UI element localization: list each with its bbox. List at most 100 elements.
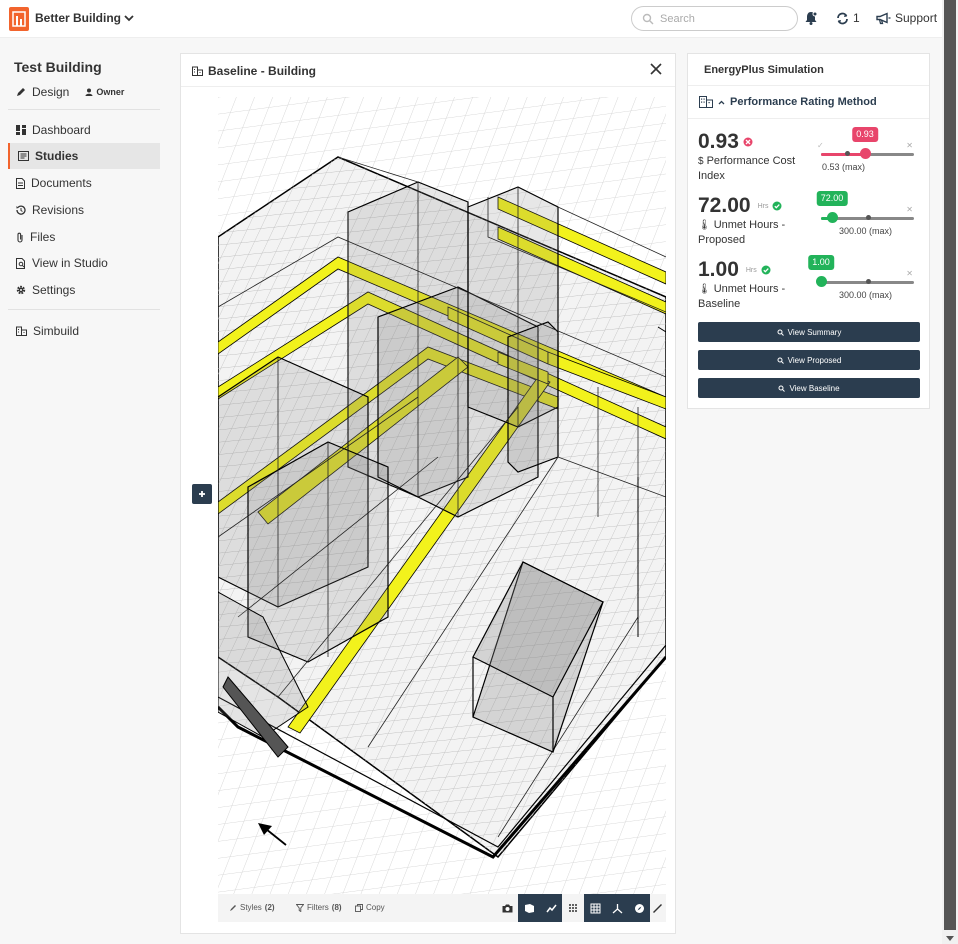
sidebar-item-label: View in Studio <box>32 256 108 270</box>
camera-icon <box>502 904 512 912</box>
close-button[interactable] <box>649 62 663 79</box>
document-icon <box>16 177 25 189</box>
scrollbar-thumb[interactable] <box>944 0 956 930</box>
sidebar-item-label: Simbuild <box>33 324 80 338</box>
filters-label: Filters <box>307 903 329 912</box>
slider-max-label: 300.00 (max) <box>839 226 893 236</box>
view-axes-button[interactable] <box>606 894 628 922</box>
view-grid-button[interactable] <box>584 894 606 922</box>
slider-knob[interactable] <box>827 212 838 223</box>
sidebar-item-revisions[interactable]: Revisions <box>8 197 160 223</box>
app-switcher[interactable]: Better Building <box>35 11 134 25</box>
thermometer-icon: 🌡 <box>698 284 711 295</box>
fail-icon <box>743 137 753 147</box>
sidebar-item-settings[interactable]: Settings <box>8 277 160 303</box>
sync-button[interactable]: 1 <box>836 11 860 25</box>
scroll-down-arrow[interactable] <box>946 936 954 941</box>
prm-section-toggle[interactable]: Performance Rating Method <box>688 87 929 119</box>
chevron-down-icon <box>124 15 134 22</box>
paintbrush-icon <box>230 904 236 911</box>
3d-model-canvas[interactable] <box>218 97 666 895</box>
check-icon: ✓ <box>817 141 824 150</box>
close-icon <box>650 63 662 75</box>
button-label: View Baseline <box>789 383 840 393</box>
add-button[interactable] <box>192 484 212 504</box>
project-owner: Owner <box>85 87 124 97</box>
view-solid-button[interactable] <box>518 894 540 922</box>
screenshot-button[interactable] <box>496 894 518 922</box>
sidebar-item-view-in-studio[interactable]: View in Studio <box>8 250 160 276</box>
filters-button[interactable]: Filters (8) <box>296 903 342 912</box>
sidebar-item-simbuild[interactable]: Simbuild <box>8 318 160 344</box>
slider-value-bubble: 0.93 <box>852 127 878 142</box>
metric-label-text: Performance Cost Index <box>698 155 796 182</box>
page-scrollbar[interactable] <box>942 0 958 944</box>
view-summary-button[interactable]: View Summary <box>698 322 920 342</box>
styles-label: Styles <box>240 903 262 912</box>
top-bar: Better Building 1 Support <box>0 0 942 38</box>
app-logo[interactable] <box>9 7 29 31</box>
megaphone-icon <box>876 11 891 24</box>
search-icon <box>642 13 654 25</box>
simulation-title: EnergyPlus Simulation <box>704 64 824 76</box>
sidebar-divider <box>8 109 160 110</box>
sidebar-item-documents[interactable]: Documents <box>8 170 160 196</box>
close-icon[interactable]: ✕ <box>906 205 913 214</box>
support-link[interactable]: Support <box>876 11 937 25</box>
view-proposed-button[interactable]: View Proposed <box>698 350 920 370</box>
metric-slider-baseline[interactable]: 1.00 300.00 (max) ✕ <box>808 255 921 300</box>
sidebar-item-label: Settings <box>32 283 76 297</box>
styles-button[interactable]: Styles (2) <box>229 903 275 912</box>
slider-max-label: 300.00 (max) <box>839 290 893 300</box>
slider-max-marker <box>845 151 850 156</box>
slider-max-label: 0.53 (max) <box>822 162 866 172</box>
prm-label: Performance Rating Method <box>699 96 877 108</box>
close-icon[interactable]: ✕ <box>906 269 913 278</box>
viewer-title-text: Baseline - Building <box>208 64 317 78</box>
button-label: View Summary <box>787 327 842 337</box>
gear-icon <box>16 285 26 295</box>
metric-slider-pci[interactable]: ✓ 0.93 0.53 (max) ✕ <box>817 127 921 172</box>
search-input[interactable] <box>658 10 788 28</box>
copy-button[interactable]: Copy <box>355 903 385 912</box>
pass-icon <box>772 201 782 211</box>
dashboard-icon <box>16 125 26 135</box>
measure-button[interactable] <box>646 894 668 922</box>
metric-slider-proposed[interactable]: 72.00 300.00 (max) ✕ <box>816 191 921 236</box>
sidebar-item-files[interactable]: Files <box>8 224 160 250</box>
sidebar-item-studies[interactable]: Studies <box>8 143 160 169</box>
project-title: Test Building <box>14 59 102 75</box>
pass-icon <box>761 265 771 275</box>
close-icon[interactable]: ✕ <box>906 141 913 150</box>
viewer-toolbar: Styles (2) Filters (8) Copy <box>218 894 666 922</box>
metric-value: 0.93 <box>698 130 739 153</box>
bell-icon <box>805 11 818 25</box>
project-role: Design <box>32 85 70 99</box>
sidebar-item-label: Files <box>30 230 56 244</box>
search-box <box>631 6 798 31</box>
studio-icon <box>16 257 25 269</box>
metric-label-text: Unmet Hours - Baseline <box>698 283 786 310</box>
chevron-up-icon <box>718 100 725 104</box>
slider-value-bubble: 1.00 <box>808 255 834 270</box>
view-chart-button[interactable] <box>540 894 562 922</box>
metric-label: $ Performance Cost Index <box>698 154 818 184</box>
paperclip-icon <box>17 232 23 243</box>
building-icon <box>16 326 27 336</box>
sidebar-item-label: Documents <box>31 176 92 190</box>
cube-icon <box>524 903 534 913</box>
slider-knob[interactable] <box>860 148 871 159</box>
sidebar-item-label: Revisions <box>32 203 85 217</box>
plus-icon <box>199 491 205 497</box>
sidebar-item-dashboard[interactable]: Dashboard <box>8 117 160 143</box>
copy-label: Copy <box>366 903 385 912</box>
viewer-header: Baseline - Building <box>181 54 675 87</box>
metric-label: 🌡 Unmet Hours - Baseline <box>698 282 818 312</box>
view-points-button[interactable] <box>562 894 584 922</box>
sidebar: Test Building Design Owner Dashboard Stu… <box>0 38 170 944</box>
notifications-button[interactable] <box>804 11 818 28</box>
view-baseline-button[interactable]: View Baseline <box>698 378 920 398</box>
metric-unit: Hrs <box>757 202 769 210</box>
slider-knob[interactable] <box>816 276 827 287</box>
grid-icon <box>590 903 600 913</box>
